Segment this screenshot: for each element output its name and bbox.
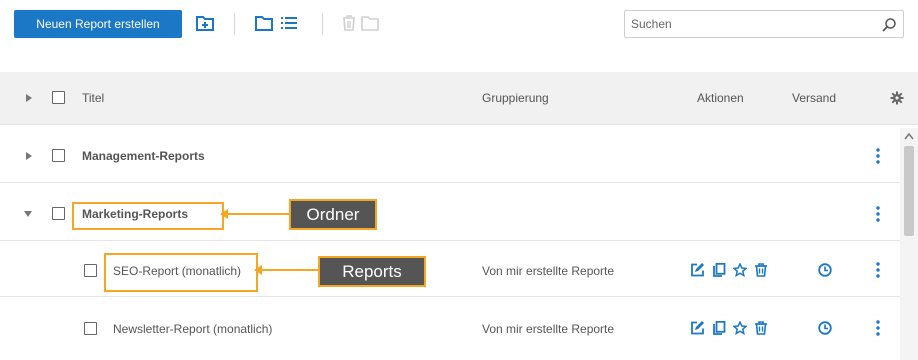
reports-callout-label: Reports: [318, 256, 426, 287]
copy-icon[interactable]: [712, 263, 726, 277]
scroll-up-arrow-icon[interactable]: [904, 132, 914, 140]
table-row-report[interactable]: Newsletter-Report (monatlich) Von mir er…: [0, 300, 900, 360]
edit-icon[interactable]: [690, 263, 704, 277]
folder-callout-label: Ordner: [289, 199, 377, 230]
scrollbar[interactable]: [900, 128, 918, 360]
column-grouping[interactable]: Gruppierung: [482, 91, 549, 105]
row-checkbox[interactable]: [52, 207, 65, 220]
collapse-caret-icon[interactable]: [23, 209, 33, 219]
trash-icon[interactable]: [754, 321, 768, 335]
select-all-checkbox[interactable]: [52, 91, 65, 104]
toolbar-divider: [234, 13, 235, 35]
search-input[interactable]: [629, 14, 871, 34]
edit-icon[interactable]: [690, 321, 704, 335]
column-actions: Aktionen: [697, 91, 744, 105]
report-grouping: Von mir erstellte Reporte: [482, 264, 615, 278]
folder-callout-arrow-icon: [220, 209, 292, 219]
folder-highlight-box: [72, 202, 224, 230]
report-title[interactable]: Newsletter-Report (monatlich): [113, 322, 272, 336]
star-icon[interactable]: [733, 321, 747, 335]
expand-caret-icon[interactable]: [24, 151, 34, 161]
column-dispatch: Versand: [792, 91, 837, 105]
more-menu-icon[interactable]: [876, 320, 880, 336]
list-view-icon[interactable]: [280, 14, 298, 32]
folder-icon[interactable]: [255, 14, 273, 32]
new-report-button[interactable]: Neuen Report erstellen: [14, 10, 182, 38]
toolbar-divider: [322, 13, 323, 35]
new-folder-icon[interactable]: [196, 14, 214, 32]
toolbar: Neuen Report erstellen: [0, 0, 918, 48]
more-menu-icon[interactable]: [876, 148, 880, 164]
expand-all-caret-icon[interactable]: [24, 93, 34, 103]
trash-icon[interactable]: [754, 263, 768, 277]
delete-icon[interactable]: [340, 14, 358, 32]
report-highlight-box: [104, 253, 258, 292]
scrollbar-thumb[interactable]: [904, 146, 914, 236]
star-icon[interactable]: [733, 263, 747, 277]
table-row-folder[interactable]: Management-Reports: [0, 130, 900, 183]
folder-title[interactable]: Management-Reports: [82, 149, 205, 163]
table-header: Titel Gruppierung Aktionen Versand: [0, 72, 918, 125]
row-checkbox[interactable]: [84, 264, 97, 277]
reports-callout-arrow-icon: [254, 265, 322, 275]
schedule-clock-icon[interactable]: [818, 263, 832, 277]
more-menu-icon[interactable]: [876, 206, 880, 222]
search-box[interactable]: [624, 10, 904, 38]
column-title[interactable]: Titel: [82, 91, 104, 105]
settings-gear-icon[interactable]: [890, 91, 904, 105]
report-grouping: Von mir erstellte Reporte: [482, 322, 615, 336]
search-icon[interactable]: [881, 17, 897, 33]
copy-icon[interactable]: [712, 321, 726, 335]
more-menu-icon[interactable]: [876, 262, 880, 278]
row-checkbox[interactable]: [84, 322, 97, 335]
schedule-clock-icon[interactable]: [818, 321, 832, 335]
move-to-folder-icon[interactable]: [361, 14, 379, 32]
row-checkbox[interactable]: [52, 149, 65, 162]
